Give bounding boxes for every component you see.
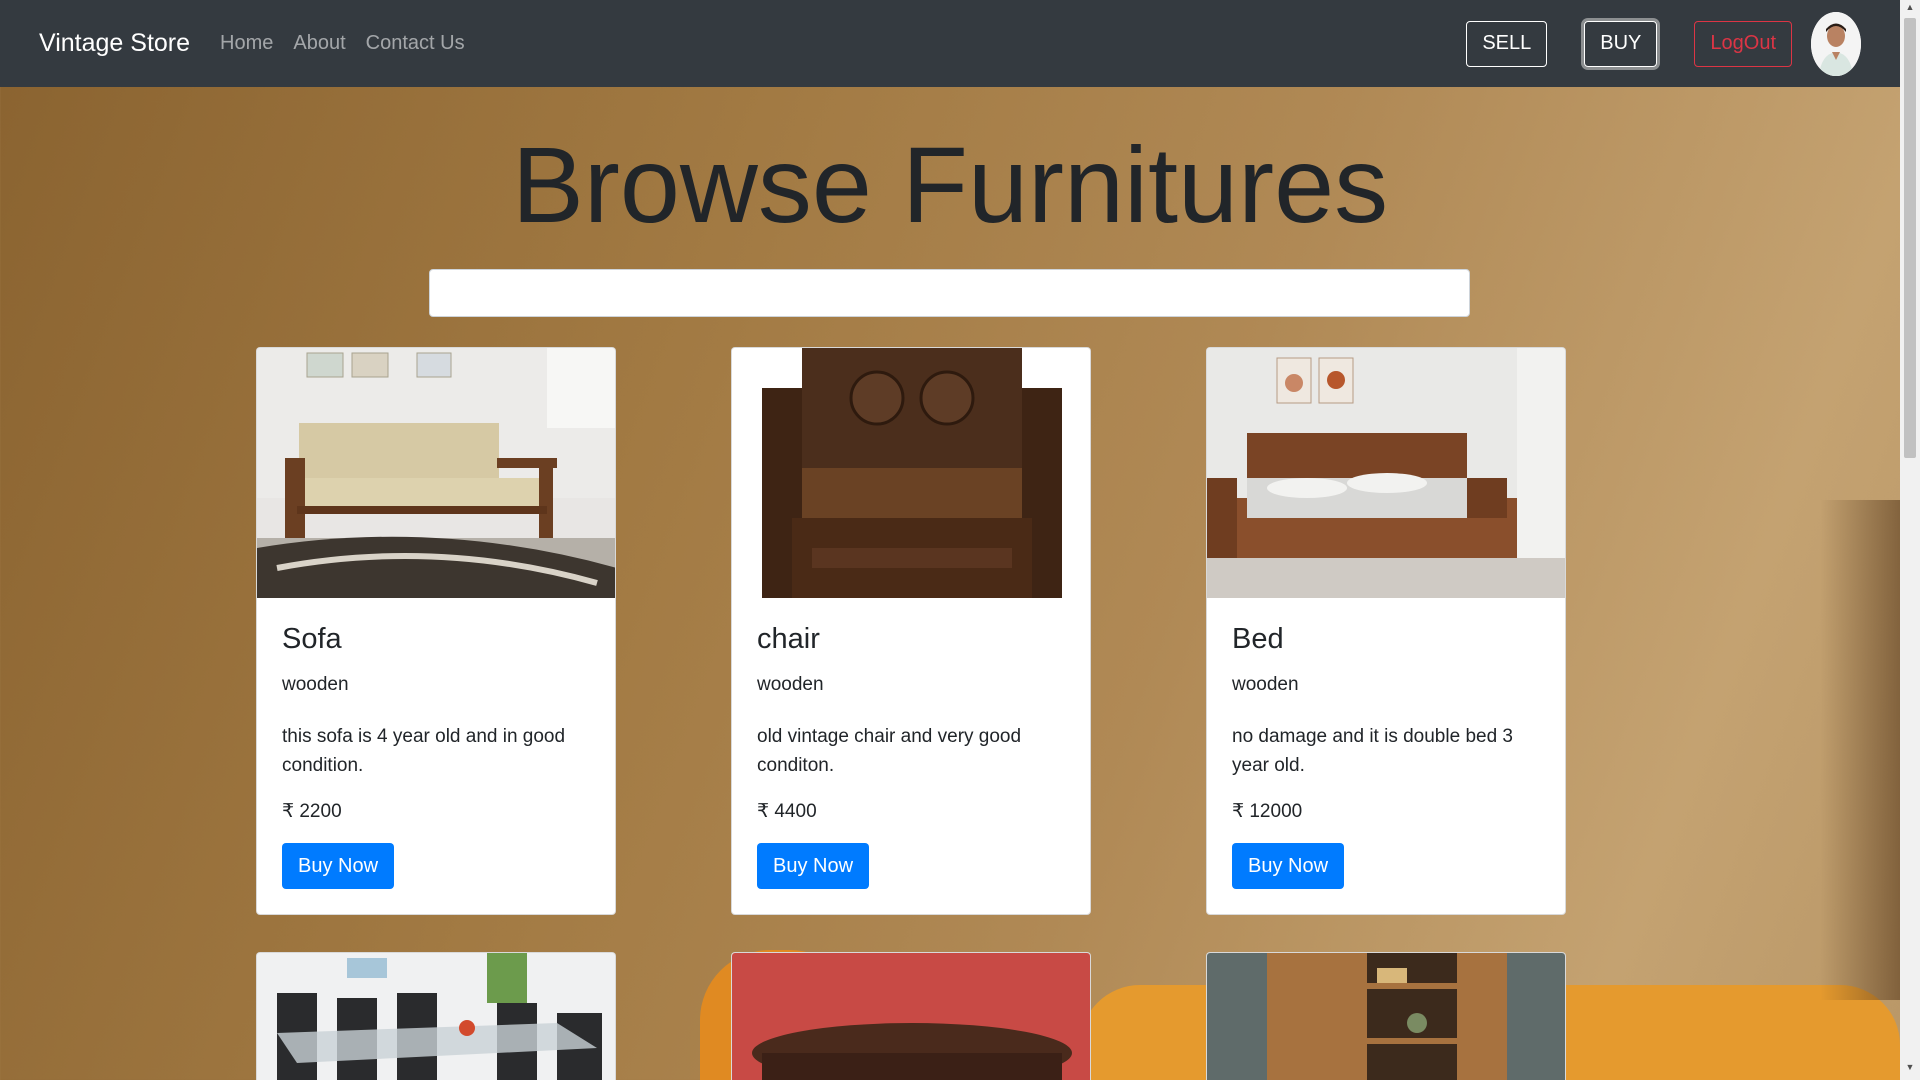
bed-image [1207, 348, 1565, 598]
product-material: wooden [757, 674, 824, 695]
navbar: Vintage Store Home About Contact Us SELL… [0, 0, 1900, 87]
nav-about[interactable]: About [293, 32, 345, 55]
dining-table-image [257, 953, 615, 1080]
product-description: no damage and it is double bed 3 year ol… [1232, 726, 1513, 776]
page-title: Browse Furnitures [511, 124, 1389, 245]
sell-button[interactable]: SELL [1466, 20, 1548, 67]
sofa-image [257, 348, 615, 598]
nav-home[interactable]: Home [220, 32, 273, 55]
product-price: ₹ 12000 [1232, 801, 1303, 822]
chair-image [732, 348, 1090, 598]
product-material: wooden [1232, 674, 1299, 695]
search-input[interactable] [429, 269, 1470, 317]
product-card-sofa: Sofa wooden this sofa is 4 year old and … [256, 347, 616, 915]
product-description: old vintage chair and very good conditon… [757, 726, 1022, 776]
scroll-thumb[interactable] [1904, 18, 1916, 458]
product-price: ₹ 4400 [757, 801, 817, 822]
buy-button[interactable]: BUY [1584, 20, 1658, 67]
product-material: wooden [282, 674, 349, 695]
product-name: chair [757, 623, 820, 655]
desk-image [732, 953, 1090, 1080]
brand-link[interactable]: Vintage Store [39, 29, 190, 58]
product-card-dining-table [256, 952, 616, 1080]
product-price: ₹ 2200 [282, 801, 342, 822]
avatar[interactable] [1811, 11, 1861, 76]
nav-actions: SELL BUY LogOut [1466, 11, 1861, 76]
logout-button[interactable]: LogOut [1694, 20, 1792, 67]
product-card-bed: Bed wooden no damage and it is double be… [1206, 347, 1566, 915]
product-name: Sofa [282, 623, 342, 655]
product-card-desk [731, 952, 1091, 1080]
buy-now-button[interactable]: Buy Now [282, 843, 395, 889]
buy-now-button[interactable]: Buy Now [1232, 843, 1345, 889]
background-shadow [1820, 500, 1900, 1000]
scrollbar[interactable]: ▲ ▼ [1900, 0, 1920, 1080]
user-avatar-icon [1811, 11, 1861, 76]
product-description: this sofa is 4 year old and in good cond… [282, 726, 566, 776]
nav-contact[interactable]: Contact Us [366, 32, 465, 55]
product-card-cabinet [1206, 952, 1566, 1080]
scroll-down-icon[interactable]: ▼ [1900, 1062, 1920, 1078]
buy-now-button[interactable]: Buy Now [757, 843, 870, 889]
product-name: Bed [1232, 623, 1284, 655]
product-card-chair: chair wooden old vintage chair and very … [731, 347, 1091, 915]
cabinet-image [1207, 953, 1565, 1080]
scroll-up-icon[interactable]: ▲ [1900, 2, 1920, 18]
